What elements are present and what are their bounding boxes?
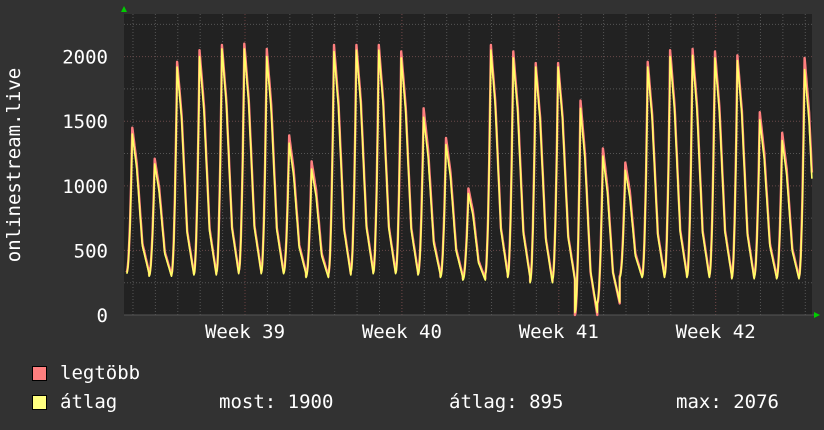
legend-swatch-max xyxy=(32,366,47,381)
y-axis-arrow xyxy=(121,6,127,12)
y-tick-label: 1000 xyxy=(62,176,108,198)
y-tick-label: 500 xyxy=(74,240,108,262)
legend-label-max: legtöbb xyxy=(60,362,141,384)
legend-maximum: max: 2076 xyxy=(676,391,779,413)
y-tick-label: 2000 xyxy=(62,47,108,69)
x-tick-label: Week 40 xyxy=(362,321,442,343)
y-tick-label: 0 xyxy=(97,305,108,327)
legend-swatch-avg xyxy=(32,395,47,410)
y-tick-label: 1500 xyxy=(62,111,108,133)
legend-label-avg: átlag xyxy=(60,391,118,413)
x-tick-label: Week 39 xyxy=(205,321,285,343)
x-axis-arrow xyxy=(814,312,820,318)
x-tick-label: Week 41 xyxy=(519,321,599,343)
legend-average: átlag: 895 xyxy=(449,391,564,413)
x-tick-label: Week 42 xyxy=(676,321,756,343)
legend-now: most: 1900 xyxy=(219,391,334,413)
y-axis-label: onlinestream.live xyxy=(3,68,25,262)
graph: Week 39 Week 40 Week 41 Week 42 0 500 1000 1500… xyxy=(0,0,824,430)
